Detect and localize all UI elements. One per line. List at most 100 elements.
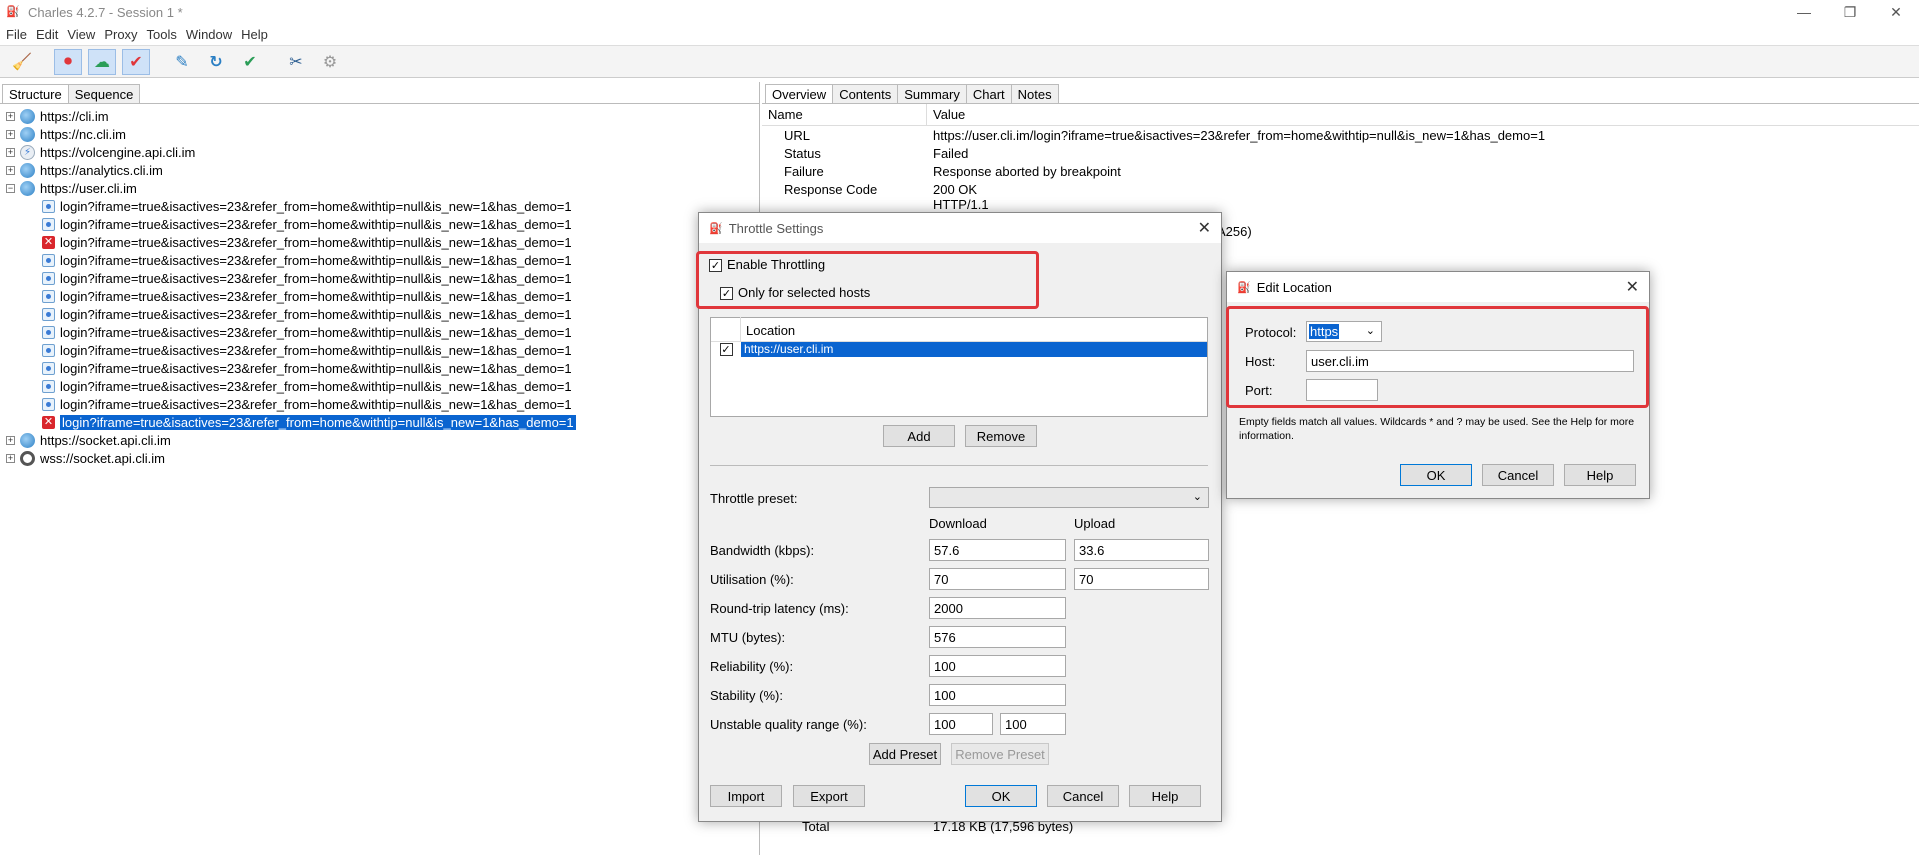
tree-host-row[interactable]: + ⚡ https://volcengine.api.cli.im bbox=[0, 143, 759, 161]
throttle-preset-select[interactable]: ⌄ bbox=[929, 487, 1209, 508]
tab-summary[interactable]: Summary bbox=[897, 84, 967, 103]
name-column-header[interactable]: Name bbox=[762, 103, 927, 126]
edit-location-help-button[interactable]: Help bbox=[1564, 464, 1636, 486]
menu-file[interactable]: File bbox=[6, 27, 27, 42]
reliability-input[interactable]: 100 bbox=[929, 655, 1066, 677]
expand-icon[interactable]: + bbox=[6, 453, 15, 463]
broom-icon[interactable]: 🧹 bbox=[8, 49, 36, 75]
left-tab-bar: Structure Sequence bbox=[0, 82, 759, 104]
expand-icon[interactable]: + bbox=[6, 147, 15, 157]
location-row[interactable]: ✓ https://user.cli.im bbox=[711, 342, 1207, 357]
request-row-selected[interactable]: ✕ login?iframe=true&isactives=23&refer_fr… bbox=[0, 413, 759, 431]
compose-icon[interactable]: ✎ bbox=[168, 49, 196, 75]
add-location-button[interactable]: Add bbox=[883, 425, 955, 447]
throttle-help-button[interactable]: Help bbox=[1129, 785, 1201, 807]
edit-location-ok-button[interactable]: OK bbox=[1400, 464, 1472, 486]
tab-overview[interactable]: Overview bbox=[765, 84, 834, 103]
request-row[interactable]: login?iframe=true&isactives=23&refer_fro… bbox=[0, 377, 759, 395]
request-row[interactable]: login?iframe=true&isactives=23&refer_fro… bbox=[0, 305, 759, 323]
menu-view[interactable]: View bbox=[67, 27, 95, 42]
mtu-label: MTU (bytes): bbox=[710, 630, 786, 645]
edit-location-cancel-button[interactable]: Cancel bbox=[1482, 464, 1554, 486]
validate-icon[interactable]: ✔ bbox=[236, 49, 264, 75]
menu-proxy[interactable]: Proxy bbox=[104, 27, 137, 42]
menu-edit[interactable]: Edit bbox=[36, 27, 58, 42]
throttle-ok-button[interactable]: OK bbox=[965, 785, 1037, 807]
tab-structure[interactable]: Structure bbox=[2, 84, 69, 103]
tree-host-row[interactable]: − https://user.cli.im bbox=[0, 179, 759, 197]
tree-host-row[interactable]: + https://nc.cli.im bbox=[0, 125, 759, 143]
menu-tools[interactable]: Tools bbox=[147, 27, 177, 42]
collapse-icon[interactable]: − bbox=[6, 183, 15, 193]
overview-row[interactable]: Failure Response aborted by breakpoint bbox=[762, 162, 1919, 180]
request-row[interactable]: login?iframe=true&isactives=23&refer_fro… bbox=[0, 341, 759, 359]
tree-host-row[interactable]: + https://analytics.cli.im bbox=[0, 161, 759, 179]
tree-host-row[interactable]: + https://socket.api.cli.im bbox=[0, 431, 759, 449]
expand-icon[interactable]: + bbox=[6, 165, 15, 175]
import-button[interactable]: Import bbox=[710, 785, 782, 807]
close-icon[interactable]: ✕ bbox=[1198, 218, 1211, 238]
overview-row[interactable]: Status Failed bbox=[762, 144, 1919, 162]
minimize-button[interactable]: — bbox=[1781, 0, 1827, 24]
close-window-button[interactable]: ✕ bbox=[1873, 0, 1919, 24]
request-row[interactable]: login?iframe=true&isactives=23&refer_fro… bbox=[0, 395, 759, 413]
settings-icon[interactable]: ⚙ bbox=[316, 49, 344, 75]
close-icon[interactable]: ✕ bbox=[1626, 277, 1639, 297]
export-button[interactable]: Export bbox=[793, 785, 865, 807]
title-bar: ⛽ Charles 4.2.7 - Session 1 * — ❐ ✕ bbox=[0, 0, 1919, 24]
request-row[interactable]: login?iframe=true&isactives=23&refer_fro… bbox=[0, 269, 759, 287]
expand-icon[interactable]: + bbox=[6, 111, 15, 121]
throttle-cancel-button[interactable]: Cancel bbox=[1047, 785, 1119, 807]
mtu-input[interactable]: 576 bbox=[929, 626, 1066, 648]
bandwidth-upload-input[interactable]: 33.6 bbox=[1074, 539, 1209, 561]
overview-row[interactable]: URL https://user.cli.im/login?iframe=true… bbox=[762, 126, 1919, 144]
tab-notes[interactable]: Notes bbox=[1010, 84, 1059, 103]
overview-row[interactable]: Response Code 200 OK bbox=[762, 180, 1919, 198]
latency-input[interactable]: 2000 bbox=[929, 597, 1066, 619]
remove-location-button[interactable]: Remove bbox=[965, 425, 1037, 447]
utilisation-upload-input[interactable]: 70 bbox=[1074, 568, 1209, 590]
tree-host-row[interactable]: + wss://socket.api.cli.im bbox=[0, 449, 759, 467]
request-row[interactable]: login?iframe=true&isactives=23&refer_fro… bbox=[0, 215, 759, 233]
request-row[interactable]: ✕ login?iframe=true&isactives=23&refer_fr… bbox=[0, 233, 759, 251]
stability-input[interactable]: 100 bbox=[929, 684, 1066, 706]
globe-icon bbox=[20, 108, 35, 124]
unstable-max-input[interactable]: 100 bbox=[1000, 713, 1066, 735]
add-preset-button[interactable]: Add Preset bbox=[869, 743, 941, 765]
tree-host-row[interactable]: + https://cli.im bbox=[0, 107, 759, 125]
request-row[interactable]: login?iframe=true&isactives=23&refer_fro… bbox=[0, 323, 759, 341]
websocket-icon bbox=[20, 450, 35, 466]
request-icon bbox=[42, 199, 55, 213]
expand-icon[interactable]: + bbox=[6, 129, 15, 139]
restore-button[interactable]: ❐ bbox=[1827, 0, 1873, 24]
request-row[interactable]: login?iframe=true&isactives=23&refer_fro… bbox=[0, 197, 759, 215]
tab-contents[interactable]: Contents bbox=[832, 84, 899, 103]
throttle-dialog-titlebar[interactable]: ⛽ Throttle Settings ✕ bbox=[699, 213, 1221, 243]
menu-help[interactable]: Help bbox=[241, 27, 268, 42]
location-value: https://user.cli.im bbox=[741, 342, 1207, 357]
tools-icon[interactable]: ✂ bbox=[282, 49, 310, 75]
record-icon[interactable]: ⏺ bbox=[54, 48, 82, 75]
expand-icon[interactable]: + bbox=[6, 435, 15, 445]
tab-chart[interactable]: Chart bbox=[965, 84, 1012, 103]
utilisation-download-input[interactable]: 70 bbox=[929, 568, 1066, 590]
tab-sequence[interactable]: Sequence bbox=[67, 84, 141, 103]
menu-window[interactable]: Window bbox=[186, 27, 232, 42]
row-name: Status bbox=[784, 145, 821, 161]
request-label: login?iframe=true&isactives=23&refer_fro… bbox=[60, 414, 576, 430]
value-column-header[interactable]: Value bbox=[927, 107, 965, 122]
edit-location-titlebar[interactable]: ⛽ Edit Location ✕ bbox=[1227, 272, 1649, 302]
request-row[interactable]: login?iframe=true&isactives=23&refer_fro… bbox=[0, 359, 759, 377]
overview-row[interactable]: HTTP/1.1 bbox=[762, 198, 1919, 210]
bandwidth-download-input[interactable]: 57.6 bbox=[929, 539, 1066, 561]
request-row[interactable]: login?iframe=true&isactives=23&refer_fro… bbox=[0, 251, 759, 269]
breakpoint-icon[interactable]: ✔ bbox=[122, 48, 150, 75]
throttle-icon[interactable]: ☁ bbox=[88, 48, 116, 75]
request-row[interactable]: login?iframe=true&isactives=23&refer_fro… bbox=[0, 287, 759, 305]
error-icon: ✕ bbox=[42, 415, 55, 429]
location-column-header[interactable]: Location bbox=[741, 323, 795, 341]
bandwidth-label: Bandwidth (kbps): bbox=[710, 543, 815, 558]
unstable-min-input[interactable]: 100 bbox=[929, 713, 993, 735]
checkbox-icon[interactable]: ✓ bbox=[719, 343, 733, 356]
repeat-icon[interactable]: ↻ bbox=[202, 49, 230, 75]
